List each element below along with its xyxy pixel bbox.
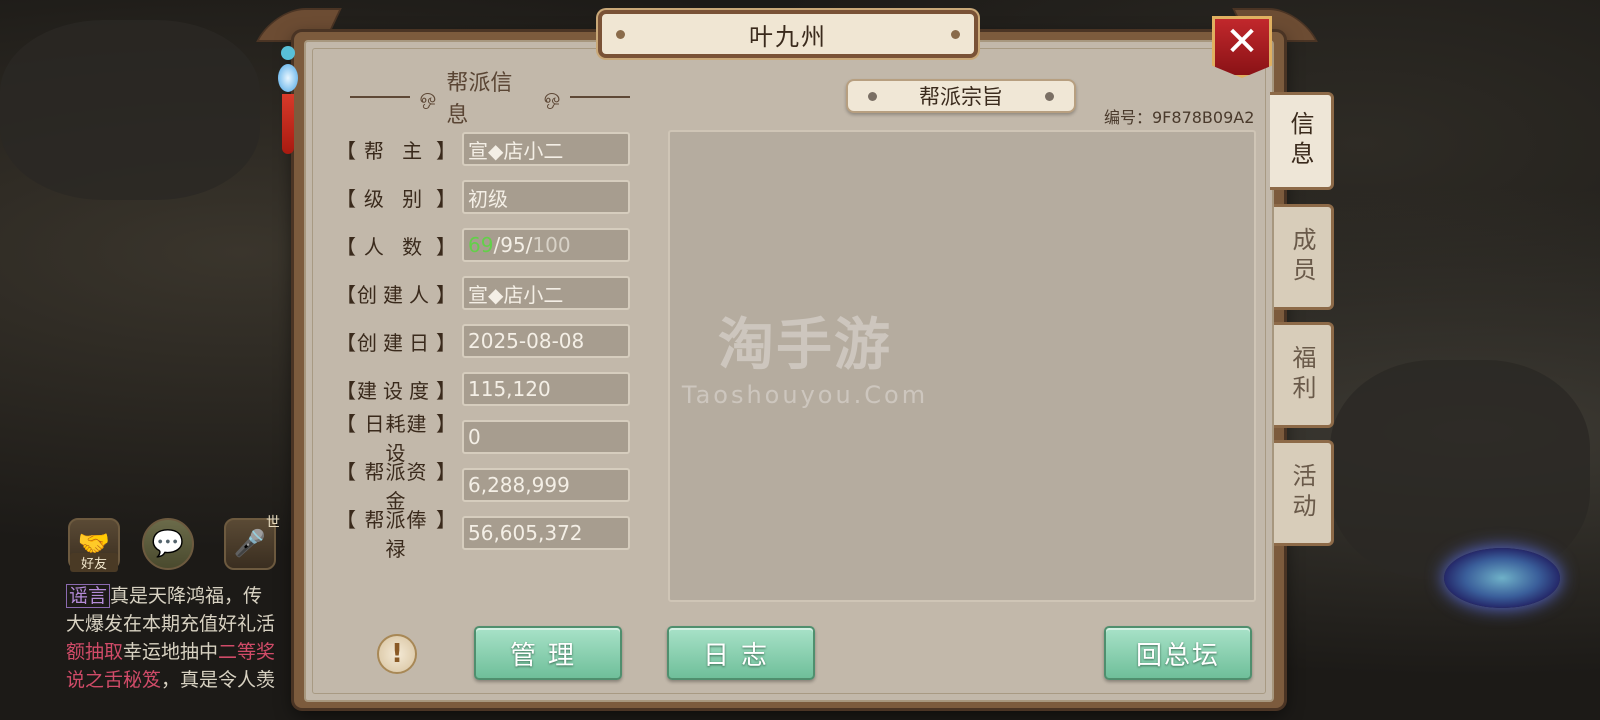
info-section-header: ஒ 帮派信息 ஒ	[350, 71, 630, 128]
chat-text: 真是天降鸿福，传	[110, 585, 263, 607]
member-count-value: 69/95/100	[462, 228, 630, 262]
chat-highlight: 二等奖	[218, 641, 276, 663]
chat-button[interactable]: 💬	[142, 518, 194, 570]
purpose-text-area[interactable]	[668, 130, 1256, 602]
info-row-daily-cost: 【日耗建设】 0	[336, 412, 638, 465]
stud-icon	[951, 30, 960, 39]
members-max: 100	[532, 233, 571, 257]
guild-name-title: 叶九州	[749, 22, 827, 51]
tab-label: 信息	[1286, 111, 1314, 171]
info-label: 【帮 主】	[336, 138, 456, 163]
stud-icon	[1045, 92, 1054, 101]
info-row-construction: 【建设度】 115,120	[336, 371, 638, 407]
microphone-icon: 🎤	[233, 529, 267, 559]
divider	[350, 96, 410, 98]
chat-line: 谣言 真是天降鸿福，传	[66, 582, 296, 610]
friend-button[interactable]: 🤝 好友	[68, 518, 120, 572]
voice-button[interactable]: 🎤 世	[224, 515, 280, 570]
stud-icon	[616, 30, 625, 39]
info-row-created: 【创建日】 2025-08-08	[336, 323, 638, 359]
log-button[interactable]: 日志	[667, 626, 815, 680]
construction-value: 115,120	[462, 372, 630, 406]
info-row-leader: 【帮 主】 宣◆店小二	[336, 131, 638, 167]
info-section-title: 帮派信息	[446, 71, 513, 128]
chat-tag: 谣言	[66, 584, 111, 608]
swirl-ornament-icon: ஒ	[419, 83, 437, 108]
chat-line: 说之舌秘笈，真是令人羡	[66, 666, 296, 694]
info-label: 【建设度】	[336, 378, 456, 403]
guild-id: 编号：9F878B09A2	[1104, 108, 1255, 127]
info-label: 【帮派俸禄】	[336, 508, 456, 561]
info-row-level: 【级 别】 初级	[336, 179, 638, 215]
purpose-header: 帮派宗旨	[846, 79, 1076, 113]
background-rock	[1330, 360, 1590, 580]
leader-value: 宣◆店小二	[462, 132, 630, 166]
info-row-salary: 【帮派俸禄】 56,605,372	[336, 508, 638, 561]
funds-value: 6,288,999	[462, 468, 630, 502]
daily-cost-value: 0	[462, 420, 630, 454]
chat-log[interactable]: 谣言 真是天降鸿福，传 大爆发在本期充值好礼活 额抽取幸运地抽中二等奖 说之舌秘笈…	[66, 582, 296, 694]
info-label: 【级 别】	[336, 186, 456, 211]
chat-highlight: 额抽取	[66, 641, 124, 663]
members-current: 69	[468, 233, 494, 257]
tab-label: 成员	[1288, 227, 1316, 287]
chat-line: 大爆发在本期充值好礼活	[66, 610, 296, 638]
divider	[570, 96, 630, 98]
info-row-funds: 【帮派资金】 6,288,999	[336, 460, 638, 513]
tab-label: 福利	[1288, 345, 1316, 405]
info-row-members: 【人 数】 69/95/100	[336, 227, 638, 263]
tab-welfare[interactable]: 福利	[1274, 322, 1334, 428]
founder-value: 宣◆店小二	[462, 276, 630, 310]
title-plate: 叶九州	[598, 10, 978, 58]
level-value: 初级	[462, 180, 630, 214]
help-button[interactable]: !	[377, 634, 417, 674]
chat-highlight: 说之舌秘笈	[66, 669, 162, 691]
close-icon: ✕	[1225, 19, 1259, 65]
chat-line: 额抽取幸运地抽中二等奖	[66, 638, 296, 666]
info-row-founder: 【创建人】 宣◆店小二	[336, 275, 638, 311]
info-label: 【创建日】	[336, 330, 456, 355]
chat-text: 大爆发在本期充值好礼活	[66, 613, 276, 635]
members-active: 95	[500, 233, 526, 257]
info-label: 【人 数】	[336, 234, 456, 259]
world-channel-badge: 世	[266, 515, 280, 531]
info-label: 【创建人】	[336, 282, 456, 307]
jade-tassel-ornament	[278, 44, 298, 184]
chat-text: 幸运地抽中	[123, 641, 219, 663]
chat-text: ，真是令人羡	[161, 669, 276, 691]
tab-label: 活动	[1288, 463, 1316, 523]
purpose-title: 帮派宗旨	[919, 85, 1003, 109]
close-button[interactable]: ✕	[1212, 16, 1272, 78]
created-date-value: 2025-08-08	[462, 324, 630, 358]
teleport-portal[interactable]	[1444, 548, 1560, 608]
speech-bubble-icon: 💬	[151, 529, 185, 559]
manage-button[interactable]: 管理	[474, 626, 622, 680]
tab-info[interactable]: 信息	[1270, 92, 1334, 190]
tab-members[interactable]: 成员	[1274, 204, 1334, 310]
stud-icon	[868, 92, 877, 101]
return-headquarters-button[interactable]: 回总坛	[1104, 626, 1252, 680]
tab-activity[interactable]: 活动	[1274, 440, 1334, 546]
friend-label: 好友	[70, 553, 118, 572]
swirl-ornament-icon: ஒ	[543, 83, 561, 108]
exclamation-icon: !	[391, 639, 403, 669]
salary-value: 56,605,372	[462, 516, 630, 550]
background-rock	[0, 20, 260, 200]
